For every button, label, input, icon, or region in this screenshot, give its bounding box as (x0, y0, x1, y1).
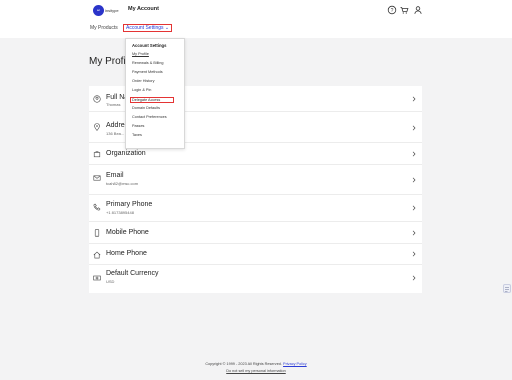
brand-wordmark: insitype (105, 8, 119, 13)
menu-item-order-history[interactable]: Order History (132, 79, 155, 83)
svg-text:?: ? (391, 8, 394, 14)
menu-item-domain-defaults[interactable]: Domain Defaults (132, 106, 160, 110)
row-label: Organization (106, 150, 146, 157)
location-pin-icon (94, 123, 100, 131)
profile-row-home-phone[interactable]: Home Phone (89, 244, 422, 265)
dropdown-heading: Account Settings (132, 43, 167, 48)
menu-item-taxes[interactable]: Taxes (132, 133, 142, 137)
mail-icon (93, 175, 101, 181)
building-icon (93, 151, 101, 158)
do-not-sell-link[interactable]: Do not sell my personal information (0, 369, 512, 373)
my-products-link[interactable]: My Products (90, 25, 118, 31)
copyright-text: Copyright © 1999 - 2023 All Rights Reser… (205, 362, 282, 366)
menu-item-login-pin[interactable]: Login & Pin (132, 88, 151, 92)
help-icon[interactable]: ? (387, 5, 397, 15)
chevron-down-icon: ⌄ (164, 25, 170, 31)
account-settings-dropdown: Account Settings My Profile Renewals & B… (125, 38, 185, 149)
row-value: +1 8173895448 (106, 210, 134, 215)
menu-item-my-profile[interactable]: My Profile (132, 52, 149, 56)
privacy-policy-link[interactable]: Privacy Policy (283, 362, 307, 366)
brand-logo[interactable]: ac insitype (93, 5, 119, 16)
account-settings-tab[interactable]: Account Settings ⌄ (123, 24, 173, 32)
account-subnav: My Products Account Settings ⌄ (0, 22, 512, 38)
account-settings-label: Account Settings (126, 25, 164, 31)
menu-item-payment-methods[interactable]: Payment Methods (132, 70, 163, 74)
page-name: My Account (128, 6, 159, 12)
row-label: Default Currency (106, 270, 159, 277)
chevron-right-icon (412, 151, 416, 157)
profile-row-primary-phone[interactable]: Primary Phone +1 8173895448 (89, 195, 422, 222)
home-icon (93, 251, 101, 259)
phone-icon (93, 203, 101, 211)
profile-row-default-currency[interactable]: Default Currency USD (89, 265, 422, 293)
row-value: USD (106, 279, 115, 284)
menu-item-delegate-access[interactable]: Delegate Access (130, 97, 174, 103)
row-label: Email (106, 172, 124, 179)
menu-item-renewals-billing[interactable]: Renewals & Billing (132, 61, 163, 65)
chevron-right-icon (412, 275, 416, 281)
menu-item-passes[interactable]: Passes (132, 124, 144, 128)
profile-row-email[interactable]: Email tcah82@msc.com (89, 165, 422, 195)
profile-row-mobile-phone[interactable]: Mobile Phone (89, 222, 422, 244)
cart-icon[interactable] (399, 5, 409, 15)
currency-icon (93, 275, 101, 281)
row-label: Home Phone (106, 250, 147, 257)
chevron-right-icon (412, 205, 416, 211)
chevron-right-icon (412, 177, 416, 183)
chevron-right-icon (412, 251, 416, 257)
feedback-tab[interactable] (503, 284, 511, 293)
mobile-icon (94, 229, 100, 237)
page-footer: Copyright © 1999 - 2023 All Rights Reser… (0, 362, 512, 373)
user-circle-icon (93, 95, 101, 103)
chevron-right-icon (412, 96, 416, 102)
chevron-right-icon (412, 230, 416, 236)
menu-item-contact-preferences[interactable]: Contact Preferences (132, 115, 167, 119)
row-value: tcah82@msc.com (106, 181, 139, 186)
feedback-icon (505, 286, 509, 292)
row-label: Mobile Phone (106, 229, 149, 236)
user-icon[interactable] (413, 5, 423, 15)
top-header: ac insitype My Account ? My Products Acc… (0, 0, 512, 38)
row-label: Primary Phone (106, 201, 153, 208)
chevron-right-icon (412, 125, 416, 131)
logo-mark-icon: ac (93, 5, 104, 16)
row-value: Thomas (106, 102, 121, 107)
